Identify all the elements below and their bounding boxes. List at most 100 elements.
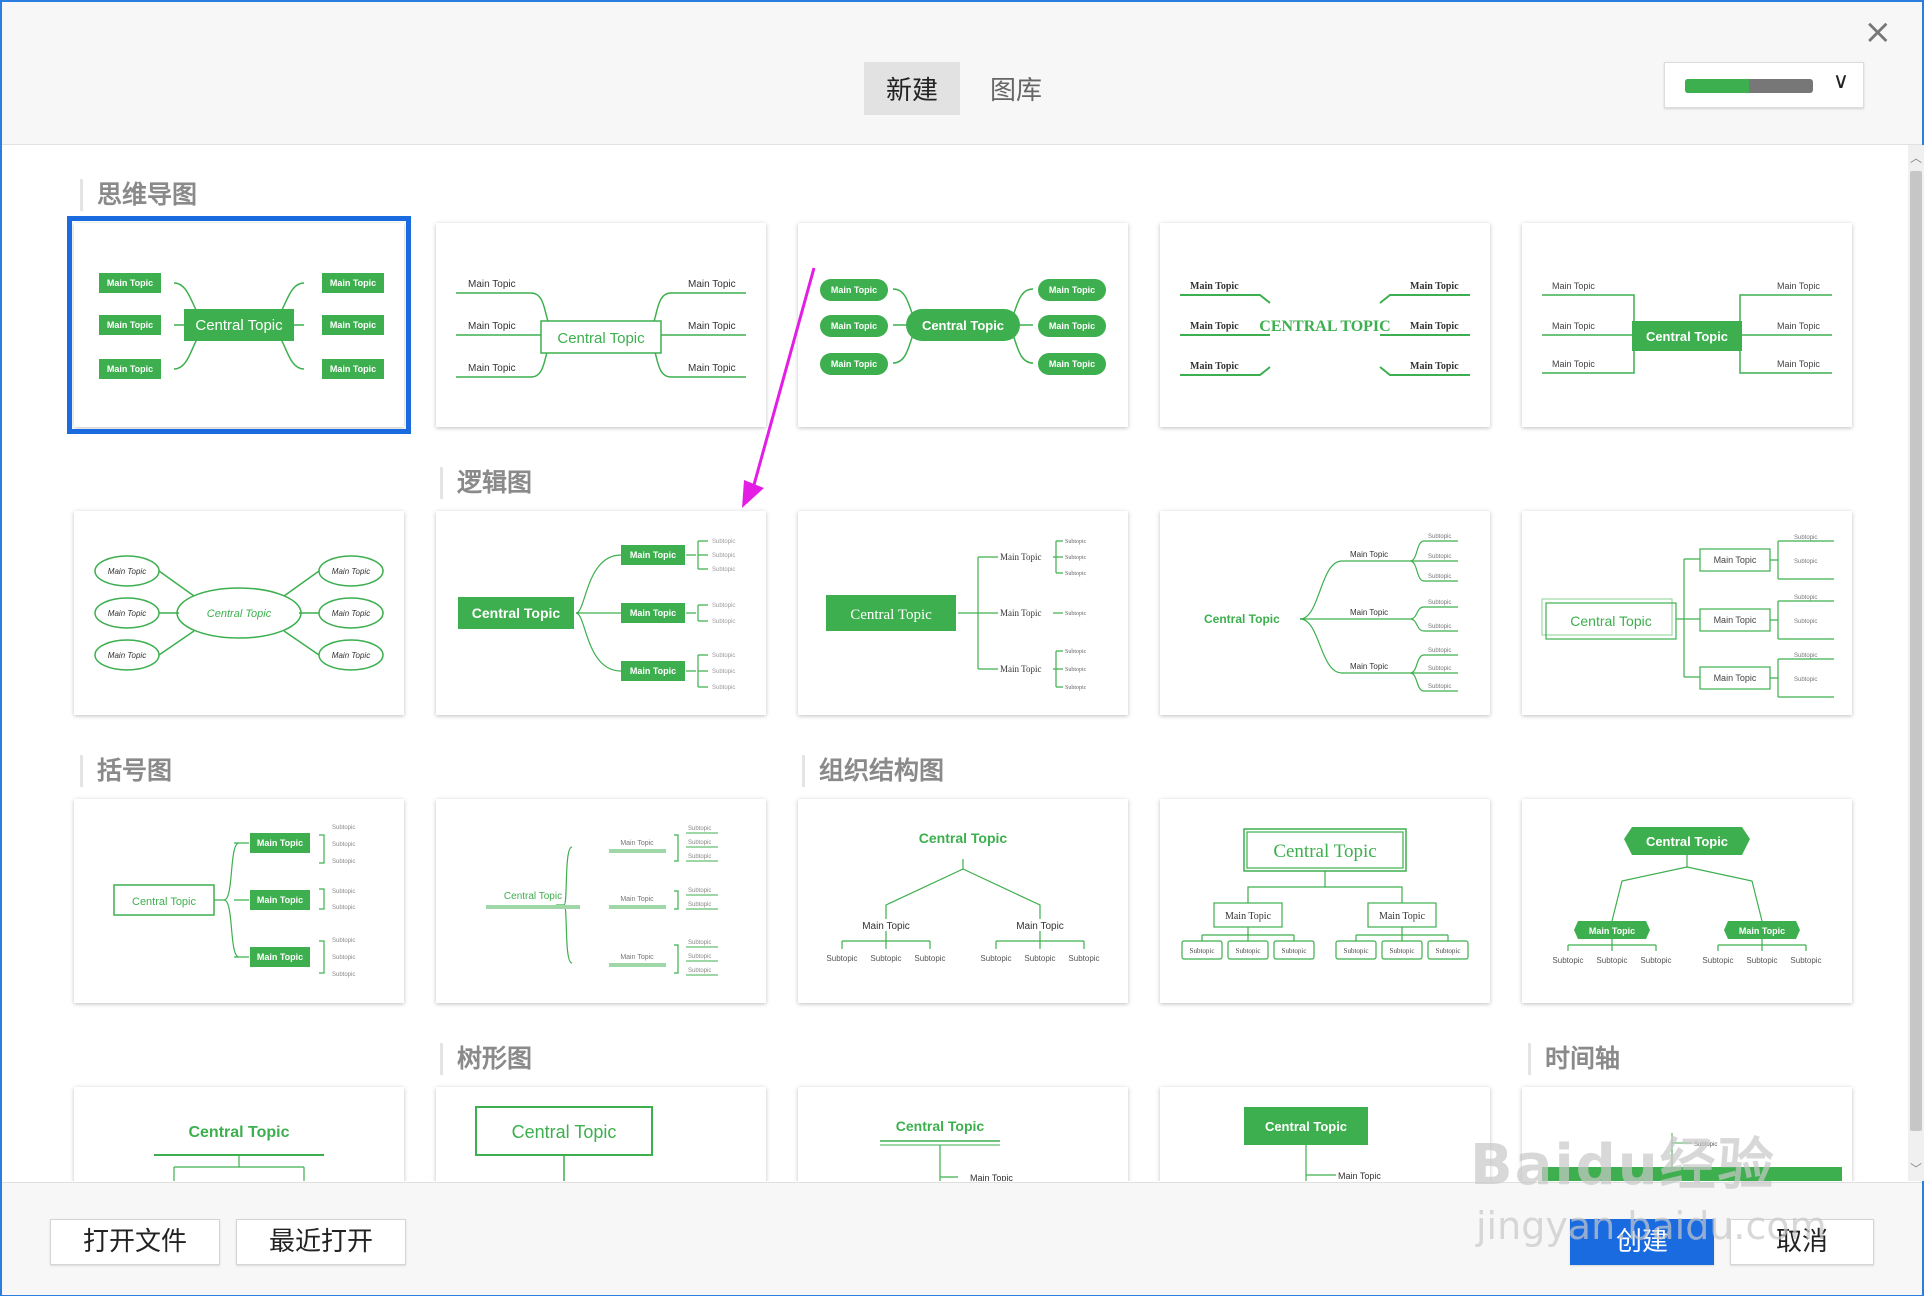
main-topic-label: Main Topic xyxy=(1410,281,1459,292)
mindmap-1-preview: Main Topic Main Topic Main Topic Main Topi… xyxy=(99,273,384,379)
subtopic-label: Subtopic xyxy=(332,905,355,911)
mindmap-5-preview: Main Topic Main Topic Main Topic Main Topi… xyxy=(1542,281,1832,374)
main-topic-label: Main Topic xyxy=(862,921,910,932)
template-card-mindmap-1[interactable]: Main Topic Main Topic Main Topic Main Topi… xyxy=(67,216,411,434)
logic-4-preview: Central Topic Main Topic Main Topic Main T… xyxy=(1204,534,1458,692)
template-card-tree-2[interactable]: Central Topic xyxy=(436,1087,766,1181)
main-topic-label: Main Topic xyxy=(1410,361,1459,372)
subtopic-label: Subtopic xyxy=(332,825,355,831)
template-card-brace-2[interactable]: Central Topic Main Topic Main Topic Main T… xyxy=(436,799,766,1003)
template-card-mindmap-4[interactable]: Main Topic Main Topic Main Topic Main Topi… xyxy=(1160,223,1490,427)
central-topic-label: Central Topic xyxy=(557,330,645,347)
subtopic-label: Subtopic xyxy=(1794,535,1817,541)
central-topic-label: Central Topic xyxy=(472,605,561,621)
subtopic-label: Subtopic xyxy=(688,854,711,860)
main-topic-label: Main Topic xyxy=(332,609,370,618)
org-1-preview: Central Topic Main Topic Main Topic Subto… xyxy=(826,830,1099,963)
scroll-up-icon[interactable]: ︿ xyxy=(1908,149,1924,166)
main-topic-label: Main Topic xyxy=(257,838,303,848)
subtopic-label: Subtopic xyxy=(1552,956,1583,965)
tree-3-preview: Central Topic Main Topic xyxy=(880,1118,1013,1181)
main-topic-label: Main Topic xyxy=(1714,555,1757,565)
subtopic-label: Subtopic xyxy=(1065,539,1087,545)
section-title-tree: 树形图 xyxy=(440,1043,532,1075)
subtopic-label: Subtopic xyxy=(688,840,711,846)
template-card-logic-3[interactable]: Central Topic Main Topic Main Topic Main T… xyxy=(798,511,1128,715)
template-card-brace-1[interactable]: Central Topic Main Topic Main Topic Main T… xyxy=(74,799,404,1003)
central-topic-label: Central Topic xyxy=(188,1124,289,1141)
subtopic-label: Subtopic xyxy=(712,539,735,545)
main-topic-label: Main Topic xyxy=(1000,608,1041,618)
main-topic-label: Main Topic xyxy=(1350,550,1388,559)
template-card-org-3[interactable]: Central Topic Main Topic Main Topic Subto… xyxy=(1522,799,1852,1003)
template-card-org-1[interactable]: Central Topic Main Topic Main Topic Subto… xyxy=(798,799,1128,1003)
template-card-mindmap-3[interactable]: Main Topic Main Topic Main Topic Main Topi… xyxy=(798,223,1128,427)
template-card-tree-4[interactable]: Central Topic Main Topic xyxy=(1160,1087,1490,1181)
main-topic-label: Main Topic xyxy=(107,364,153,374)
main-topic-label: Main Topic xyxy=(257,895,303,905)
main-topic-label: Main Topic xyxy=(1552,359,1595,369)
org-3-preview: Central Topic Main Topic Main Topic Subto… xyxy=(1552,827,1822,965)
tab-gallery[interactable]: 图库 xyxy=(968,62,1064,115)
theme-color-swatch xyxy=(1685,79,1813,93)
open-file-button[interactable]: 打开文件 xyxy=(50,1219,221,1265)
recent-files-button[interactable]: 最近打开 xyxy=(236,1219,407,1265)
main-topic-label: Main Topic xyxy=(620,840,654,847)
tree-2-preview: Central Topic xyxy=(475,1106,653,1181)
main-topic-label: Main Topic xyxy=(1379,911,1426,922)
subtopic-label: Subtopic xyxy=(712,685,735,691)
template-card-logic-4[interactable]: Central Topic Main Topic Main Topic Main T… xyxy=(1160,511,1490,715)
subtopic-label: Subtopic xyxy=(1065,555,1087,561)
template-card-tree-3[interactable]: Central Topic Main Topic xyxy=(798,1087,1128,1181)
dialog-header: × 新建 图库 ∨ xyxy=(2,2,1922,145)
main-topic-label: Main Topic xyxy=(332,651,370,660)
main-topic-label: Main Topic xyxy=(330,364,376,374)
central-topic-label: CENTRAL TOPIC xyxy=(1259,318,1390,335)
main-topic-label: Main Topic xyxy=(1410,321,1459,332)
main-topic-label: Main Topic xyxy=(1190,321,1239,332)
subtopic-label: Subtopic xyxy=(1065,611,1087,617)
tab-new[interactable]: 新建 xyxy=(864,62,961,115)
close-icon[interactable]: × xyxy=(1864,12,1893,52)
subtopic-label: Subtopic xyxy=(712,567,735,573)
main-topic-label: Main Topic xyxy=(620,896,654,903)
mindmap-2-preview: Main Topic Main Topic Main Topic Main Topi… xyxy=(456,279,746,378)
template-card-tree-1[interactable]: Central Topic xyxy=(74,1087,404,1181)
subtopic-label: Subtopic xyxy=(1390,947,1415,955)
section-title-timeline: 时间轴 xyxy=(1528,1043,1620,1075)
subtopic-label: Subtopic xyxy=(1436,947,1461,955)
template-card-org-2[interactable]: Central Topic Main Topic Main Topic Subto… xyxy=(1160,799,1490,1003)
mode-tabs: 新建 图库 xyxy=(864,62,1064,115)
subtopic-label: Subtopic xyxy=(1428,534,1451,540)
template-card-mindmap-2[interactable]: Main Topic Main Topic Main Topic Main Topi… xyxy=(436,223,766,427)
main-topic-label: Main Topic xyxy=(108,609,146,618)
main-topic-label: Main Topic xyxy=(1225,911,1272,922)
subtopic-label: Subtopic xyxy=(1702,956,1733,965)
central-topic-label: Central Topic xyxy=(504,891,562,902)
main-topic-label: Main Topic xyxy=(630,550,676,560)
main-topic-label: Main Topic xyxy=(1000,552,1041,562)
section-title-brace: 括号图 xyxy=(80,755,172,787)
vertical-scrollbar[interactable]: ︿ ﹀ xyxy=(1908,145,1924,1181)
central-topic-label: Central Topic xyxy=(850,607,932,623)
main-topic-label: Main Topic xyxy=(1777,359,1820,369)
main-topic-label: Main Topic xyxy=(1714,615,1757,625)
scroll-down-icon[interactable]: ﹀ xyxy=(1908,1160,1924,1177)
subtopic-label: Subtopic xyxy=(1428,574,1451,580)
main-topic-label: Main Topic xyxy=(330,320,376,330)
logic-5-preview: Central Topic Main Topic Main Topic Main T… xyxy=(1541,535,1834,698)
scrollbar-thumb[interactable] xyxy=(1910,171,1922,1131)
subtopic-label: Subtopic xyxy=(688,968,711,974)
template-card-logic-2[interactable]: Main Topic Main Topic Main Topic Central T… xyxy=(436,511,766,715)
template-card-logic-1[interactable]: Main Topic Main Topic Main Topic Main Topi… xyxy=(74,511,404,715)
central-topic-label: Central Topic xyxy=(132,896,196,908)
main-topic-label: Main Topic xyxy=(1739,926,1785,936)
main-topic-label: Main Topic xyxy=(1049,321,1095,331)
main-topic-label: Main Topic xyxy=(1552,321,1595,331)
subtopic-label: Subtopic xyxy=(1428,600,1451,606)
main-topic-label: Main Topic xyxy=(620,954,654,961)
theme-selector[interactable]: ∨ xyxy=(1664,62,1864,108)
template-card-logic-5[interactable]: Central Topic Main Topic Main Topic Main T… xyxy=(1522,511,1852,715)
template-card-mindmap-5[interactable]: Main Topic Main Topic Main Topic Main Topi… xyxy=(1522,223,1852,427)
main-topic-label: Main Topic xyxy=(107,278,153,288)
